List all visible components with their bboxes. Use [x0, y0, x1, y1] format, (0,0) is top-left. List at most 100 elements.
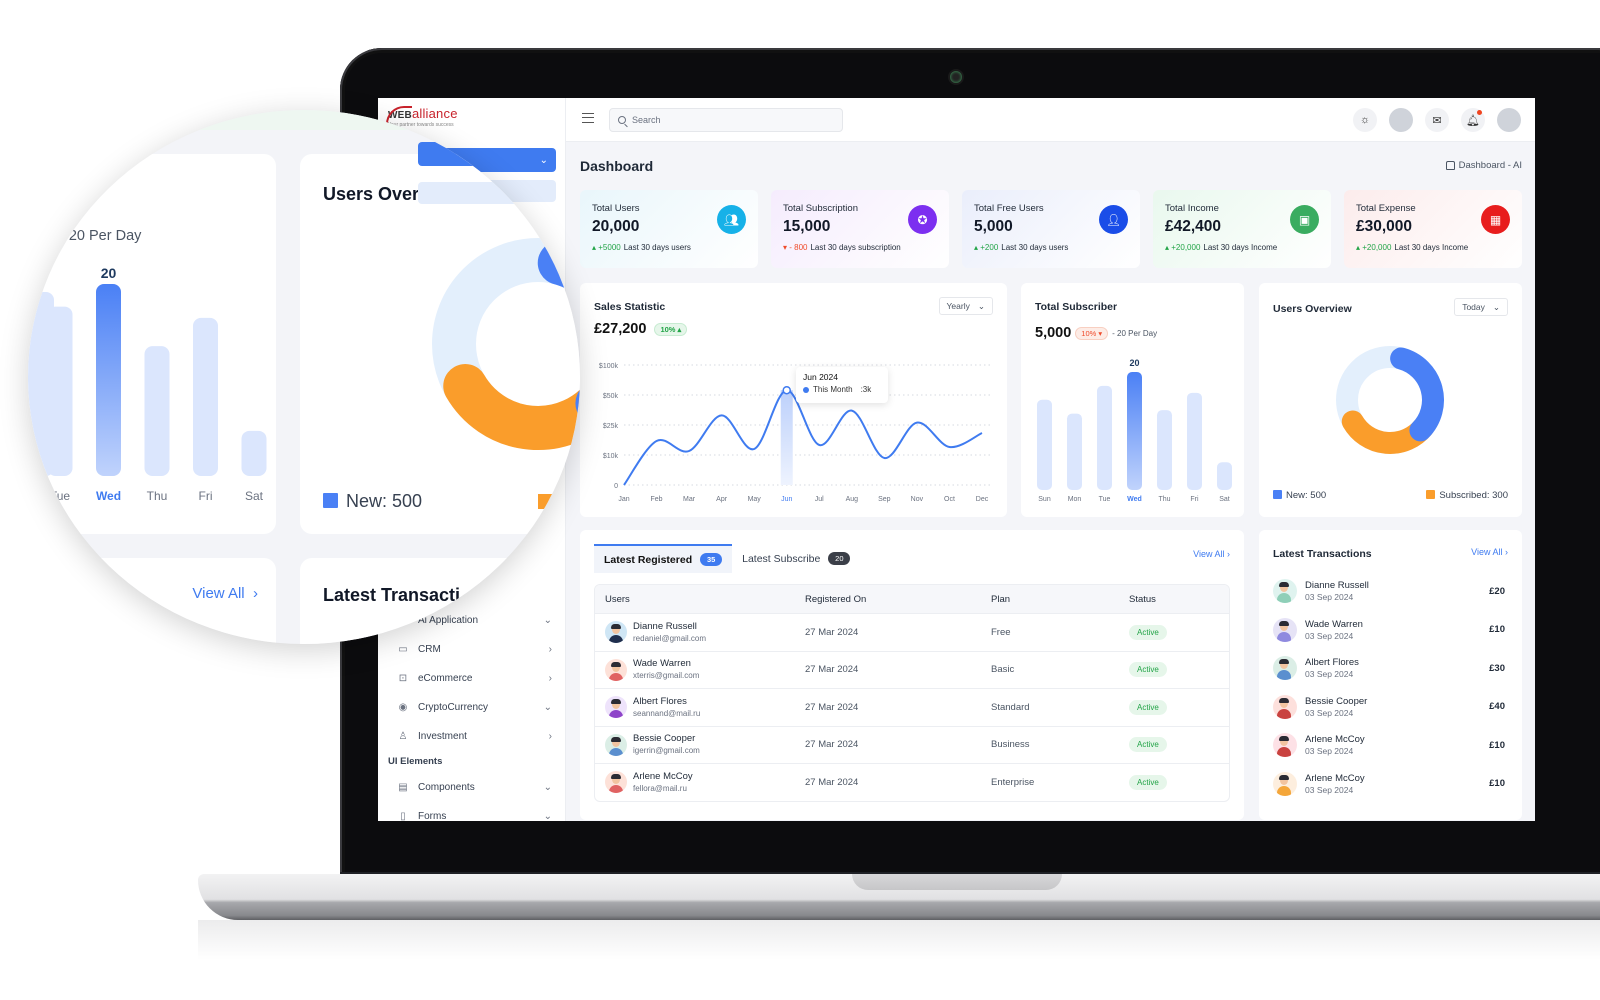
status-cell: Active: [1129, 699, 1229, 715]
x-tick-label: Fri: [1190, 496, 1199, 503]
magnified-donut: [432, 238, 580, 450]
stat-delta: +200: [980, 243, 999, 252]
language-button[interactable]: [1389, 108, 1413, 132]
user-cell: Albert Flores seannand@mail.ru: [595, 696, 805, 719]
breadcrumb-text: Dashboard - AI: [1458, 160, 1522, 171]
user-info: Wade Warren xterris@gmail.com: [633, 658, 699, 681]
table-header: Users Registered On Plan Status: [595, 585, 1229, 613]
chevron-right-icon: ›: [548, 643, 552, 655]
avatar-hair: [1279, 620, 1289, 626]
transaction-row[interactable]: Dianne Russell 03 Sep 2024 £20: [1273, 575, 1505, 607]
total-subscriber-card: Total Subscriber 5,000 10% ▾ - 20 Per Da…: [1021, 283, 1244, 517]
highlight-column: [780, 390, 793, 485]
notification-dot: [1477, 110, 1482, 115]
avatar: [605, 733, 627, 756]
chevron-down-icon: ⌄: [543, 810, 552, 822]
transaction-row[interactable]: Bessie Cooper 03 Sep 2024 £40: [1273, 691, 1505, 723]
x-tick-label: May: [748, 496, 762, 503]
x-tick-label: Feb: [651, 496, 663, 503]
legend-label: New: 500: [346, 491, 423, 511]
sidebar-item-forms[interactable]: ▯ Forms ⌄: [388, 806, 556, 822]
magnified-transactions-title: Latest Transacti: [323, 585, 461, 605]
magnified-registered-card: View All ›: [28, 558, 276, 644]
sidebar-item-investment[interactable]: ♙ Investment ›: [388, 726, 556, 746]
view-all-link[interactable]: View All ›: [1471, 547, 1508, 557]
search-icon: [618, 116, 626, 124]
avatar-body: [1277, 708, 1291, 719]
bar: [1157, 410, 1172, 490]
table-row[interactable]: Arlene McCoy fellora@mail.ru 27 Mar 2024 En…: [595, 763, 1229, 801]
user-cell: Arlene McCoy fellora@mail.ru: [595, 771, 805, 794]
stat-card: Total Free Users 5,000 ▴ +200 Last 30 days …: [962, 190, 1140, 268]
stat-delta: +20,000: [1362, 243, 1392, 252]
x-tick-label: Apr: [716, 496, 728, 503]
breadcrumb[interactable]: Dashboard - AI: [1445, 160, 1522, 171]
chevron-right-icon: ›: [548, 730, 552, 742]
data-point[interactable]: [782, 385, 791, 395]
tab-latest-registered[interactable]: Latest Registered 35: [594, 544, 733, 573]
link-text: View All: [192, 585, 245, 602]
avatar: [605, 658, 627, 681]
bar: [1037, 399, 1052, 490]
search-input[interactable]: Search: [609, 108, 843, 132]
status-badge: Active: [1129, 699, 1167, 715]
sidebar-item-ecommerce[interactable]: ⊡ eCommerce ›: [388, 668, 556, 688]
stage: WEBalliance Your partner towards success…: [0, 0, 1600, 1000]
user-name: Arlene McCoy: [633, 770, 693, 782]
stat-delta: +5000: [598, 243, 621, 252]
transaction-row[interactable]: Albert Flores 03 Sep 2024 £30: [1273, 652, 1505, 684]
chevron-right-icon: ›: [548, 672, 552, 684]
avatar-hair: [1279, 697, 1289, 703]
stat-note: Last 30 days users: [1001, 243, 1069, 252]
x-tick-label: Wed: [96, 489, 121, 503]
transaction-row[interactable]: Arlene McCoy 03 Sep 2024 £10: [1273, 768, 1505, 800]
transaction-info: Wade Warren 03 Sep 2024: [1305, 619, 1363, 641]
avatar-hair: [1279, 582, 1289, 587]
sidebar-item-components[interactable]: ▤ Components ⌄: [388, 777, 556, 797]
bar: [1187, 392, 1202, 490]
theme-toggle-button[interactable]: ☼: [1353, 108, 1377, 132]
stat-card: Total Users 20,000 ▴ +5000 Last 30 days use…: [580, 190, 758, 268]
transaction-row[interactable]: Arlene McCoy 03 Sep 2024 £10: [1273, 729, 1505, 761]
stat-card: Total Expense £30,000 ▴ +20,000 Last 30 day…: [1344, 190, 1522, 268]
avatar-hair: [1279, 736, 1289, 741]
transaction-row[interactable]: Wade Warren 03 Sep 2024 £10: [1273, 614, 1505, 646]
stat-delta: - 800: [789, 243, 808, 252]
legend-swatch: [538, 494, 552, 509]
status-badge: Active: [1129, 737, 1167, 753]
magnified-bar-chart: Tue Wed 20 Thu Fri Sat: [28, 265, 267, 503]
user-info: Bessie Cooper igerrin@gmail.com: [633, 733, 700, 756]
bar: [96, 284, 121, 476]
user-name: Wade Warren: [633, 658, 691, 670]
sidebar-item-cryptocurrency[interactable]: ◉ CryptoCurrency ⌄: [388, 697, 556, 717]
status-cell: Active: [1129, 662, 1229, 678]
magnified-view-all[interactable]: View All ›: [192, 585, 258, 602]
x-tick-label: Wed: [1127, 496, 1142, 503]
avatar: [605, 696, 627, 719]
table-row[interactable]: Bessie Cooper igerrin@gmail.com 27 Mar 202…: [595, 725, 1229, 764]
tab-latest-subscribe[interactable]: Latest Subscribe 20: [732, 544, 860, 573]
plan: Free: [991, 626, 1011, 638]
profile-avatar[interactable]: [1497, 108, 1521, 132]
view-all-link[interactable]: View All ›: [1193, 549, 1230, 559]
x-tick-label: Fri: [199, 489, 213, 503]
status-badge: Active: [1129, 774, 1167, 790]
column-header: Plan: [991, 593, 1011, 605]
table-row[interactable]: Wade Warren xterris@gmail.com 27 Mar 2024 B…: [595, 650, 1229, 689]
y-tick-label: $100k: [599, 363, 619, 370]
table-row[interactable]: Albert Flores seannand@mail.ru 27 Mar 2024…: [595, 688, 1229, 726]
transaction-amount: £40: [1489, 701, 1505, 712]
bar-value-label: 20: [101, 265, 117, 281]
notifications-button[interactable]: 🔔︎: [1461, 108, 1485, 132]
legend-label: Subscribed: 300: [1439, 490, 1508, 501]
transaction-date: 03 Sep 2024: [1305, 669, 1354, 679]
registered-date: 27 Mar 2024: [805, 739, 859, 751]
x-tick-label: Aug: [846, 496, 859, 503]
table-row[interactable]: Dianne Russell redaniel@gmail.com 27 Mar 2…: [595, 613, 1229, 651]
messages-button[interactable]: ✉: [1425, 108, 1449, 132]
avatar: [1273, 694, 1297, 719]
x-tick-label: Thu: [147, 489, 168, 503]
link-text: View All: [1193, 549, 1225, 559]
menu-toggle-icon[interactable]: [582, 113, 594, 123]
column-header: Registered On: [805, 593, 867, 605]
